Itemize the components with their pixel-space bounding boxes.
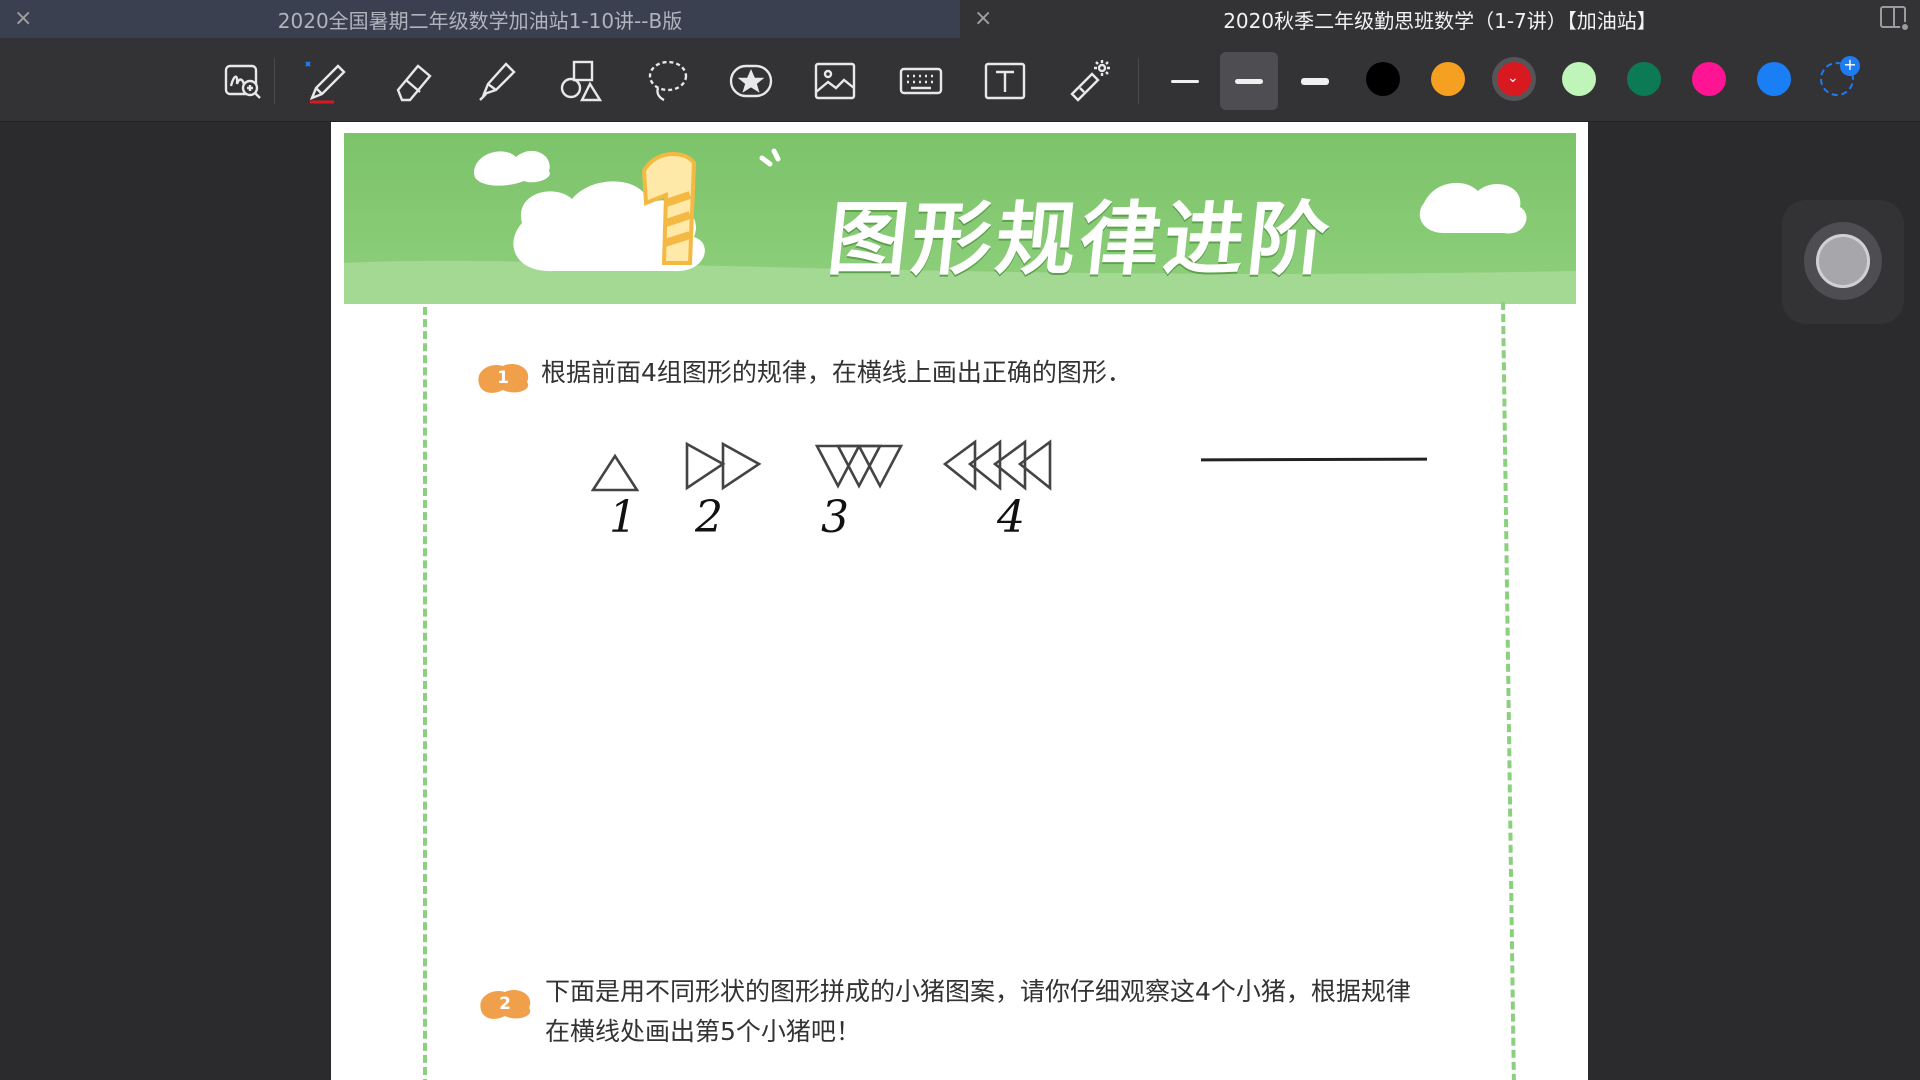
pen-icon[interactable] [302,56,352,106]
color-dark-green-swatch[interactable] [1627,62,1661,96]
plus-icon: + [1840,56,1860,76]
split-view-icon[interactable] [1880,6,1910,32]
dashed-border [423,307,427,1080]
question-1-badge: 1 [478,363,529,393]
shapes-icon[interactable] [556,56,606,106]
text-box-icon[interactable] [980,56,1030,106]
highlighter-icon[interactable] [472,56,522,106]
stroke-medium-button[interactable] [1220,52,1278,110]
color-light-green-swatch[interactable] [1562,62,1596,96]
svg-text:1: 1 [497,368,509,388]
close-tab-icon[interactable]: × [14,6,32,31]
color-blue-swatch[interactable] [1757,62,1791,96]
tab-title: 2020秋季二年级勤思班数学（1-7讲）【加油站】 [1223,8,1657,33]
tab-bar: × 2020全国暑期二年级数学加油站1-10讲--B版 × 2020秋季二年级勤… [0,0,1920,38]
handwritten-number: 3 [821,492,849,543]
add-color-button[interactable]: + [1820,56,1860,96]
color-orange-swatch[interactable] [1431,62,1465,96]
shape-sequence [591,439,1052,492]
annotation-toolbar: ⌄ + [0,38,1920,122]
stroke-thick-button[interactable] [1286,52,1344,110]
stroke-thin-button[interactable] [1156,52,1214,110]
laser-pointer-icon[interactable] [1064,56,1114,106]
sticker-icon[interactable] [726,56,776,106]
answer-line[interactable] [1200,457,1428,462]
eraser-icon[interactable] [388,56,438,106]
svg-text:2: 2 [499,994,511,1014]
triangle-right-icon [721,441,762,491]
question-1-text: 根据前面4组图形的规律，在横线上画出正确的图形． [541,358,1132,387]
image-icon[interactable] [810,56,860,106]
triangle-down-icon [814,444,862,489]
color-red-swatch[interactable]: ⌄ [1497,62,1531,96]
handwritten-number: 4 [997,492,1025,543]
triangle-right-icon [685,441,726,491]
tab-document-1[interactable]: × 2020全国暑期二年级数学加油站1-10讲--B版 [0,0,960,38]
banner-title: 图形规律进阶 [823,193,1338,286]
toolbar-divider [1138,58,1139,104]
lasso-icon[interactable] [642,56,692,106]
question-2-badge: 2 [480,989,531,1019]
handwritten-number: 2 [695,492,723,543]
color-pink-swatch[interactable] [1692,62,1726,96]
document-page[interactable]: 图形规律进阶 1 根据前面4组图形的规律，在横线上画出正确的图形． 1 2 3 … [331,122,1588,1080]
close-tab-icon[interactable]: × [974,6,992,31]
tab-title: 2020全国暑期二年级数学加油站1-10讲--B版 [277,8,683,33]
zoom-write-icon[interactable] [218,56,268,106]
dashed-border [1501,301,1516,1080]
tab-document-2[interactable]: × 2020秋季二年级勤思班数学（1-7讲）【加油站】 [960,0,1920,38]
color-black-swatch[interactable] [1366,62,1400,96]
question-2-text-line-1: 下面是用不同形状的图形拼成的小猪图案，请你仔细观察这4个小猪，根据规律 [545,977,1411,1006]
question-2-text-line-2: 在横线处画出第5个小猪吧！ [545,1017,861,1046]
handwritten-number: 1 [609,492,637,543]
toolbar-divider [274,58,275,104]
section-banner: 图形规律进阶 [344,133,1576,304]
triangle-up-icon [591,453,640,492]
keyboard-icon[interactable] [896,56,946,106]
chevron-down-icon: ⌄ [1507,70,1519,86]
assistive-touch-button[interactable] [1782,200,1904,324]
